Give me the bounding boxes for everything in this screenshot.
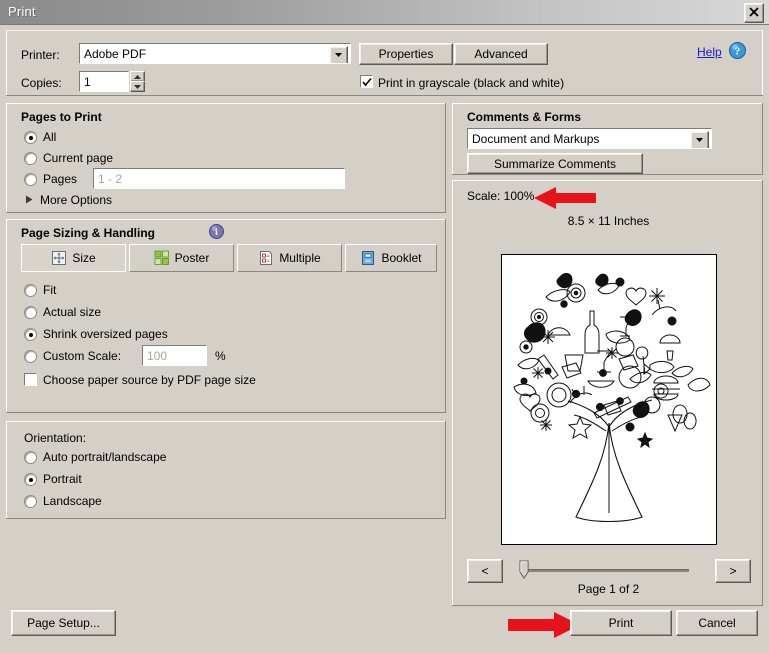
radio-landscape-label: Landscape: [43, 494, 102, 508]
sizing-button-poster[interactable]: Poster: [129, 244, 234, 272]
sizing-button-booklet-label: Booklet: [381, 251, 422, 265]
sizing-button-poster-label: Poster: [174, 251, 210, 265]
multiple-icon: [260, 251, 273, 265]
size-icon: [52, 251, 67, 265]
printer-select-arrow[interactable]: [329, 46, 348, 63]
radio-fit[interactable]: [24, 284, 37, 297]
radio-auto-orientation-label: Auto portrait/landscape: [43, 450, 167, 464]
scale-text: Scale: 100%: [467, 189, 535, 203]
radio-actual-size-label: Actual size: [43, 305, 102, 319]
printer-select[interactable]: Adobe PDF: [79, 43, 351, 64]
chevron-down-icon: [335, 53, 342, 57]
sizing-button-size-label: Size: [72, 251, 96, 265]
radio-all[interactable]: [24, 131, 37, 144]
radio-portrait-label: Portrait: [43, 472, 82, 486]
comments-forms-select[interactable]: Document and Markups: [467, 128, 712, 149]
svg-text:i: i: [215, 228, 218, 238]
radio-pages-label: Pages: [43, 172, 78, 186]
paper-source-checkbox[interactable]: [24, 373, 37, 386]
radio-auto-orientation[interactable]: [24, 451, 37, 464]
radio-current-page[interactable]: [24, 152, 37, 165]
comments-forms-select-arrow[interactable]: [690, 131, 709, 148]
sizing-button-multiple[interactable]: Multiple: [237, 244, 342, 272]
window-title: Print: [8, 4, 36, 19]
copies-stepper-down[interactable]: [130, 81, 145, 92]
sizing-button-multiple-label: Multiple: [279, 251, 321, 265]
check-icon: [361, 77, 372, 87]
copies-value: 1: [84, 74, 91, 89]
orientation-title: Orientation:: [24, 431, 87, 445]
more-options-label[interactable]: More Options: [40, 193, 112, 207]
svg-text:?: ?: [735, 46, 741, 58]
paper-source-label: Choose paper source by PDF page size: [43, 373, 256, 387]
custom-scale-input[interactable]: 100: [142, 345, 207, 366]
close-icon: [749, 7, 759, 17]
grayscale-checkbox[interactable]: [360, 75, 373, 88]
page-sizing-group: Page Sizing & Handling i Size Poster Mul…: [6, 219, 446, 413]
printer-select-value: Adobe PDF: [84, 46, 147, 61]
copies-label: Copies:: [21, 76, 62, 90]
print-dialog: Print Printer: Adobe PDF Properties Adva…: [0, 0, 769, 653]
printer-label: Printer:: [21, 48, 60, 62]
grayscale-label: Print in grayscale (black and white): [378, 76, 565, 90]
chevron-down-icon: [696, 138, 703, 142]
radio-shrink-oversized-label: Shrink oversized pages: [43, 327, 168, 341]
radio-custom-scale-label: Custom Scale:: [43, 349, 122, 363]
radio-landscape[interactable]: [24, 495, 37, 508]
radio-all-dot: [28, 135, 33, 140]
close-button[interactable]: [744, 3, 764, 23]
help-icon[interactable]: ?: [729, 42, 746, 59]
info-icon[interactable]: i: [209, 224, 224, 239]
title-bar: Print: [0, 0, 769, 25]
preview-prev-button[interactable]: <: [467, 559, 503, 583]
poster-icon: [154, 250, 169, 265]
comments-forms-title: Comments & Forms: [467, 110, 582, 124]
pages-to-print-title: Pages to Print: [21, 110, 102, 124]
custom-scale-value: 100: [147, 348, 168, 363]
chevron-down-icon: [134, 85, 141, 89]
radio-pages[interactable]: [24, 173, 37, 186]
booklet-icon: [362, 251, 375, 265]
percent-label: %: [215, 349, 226, 363]
expand-triangle-icon[interactable]: [25, 195, 34, 204]
radio-shrink-oversized-dot: [28, 332, 33, 337]
print-button[interactable]: Print: [570, 610, 672, 636]
pages-range-input[interactable]: 1 - 2: [93, 168, 345, 189]
tree-illustration: [502, 255, 716, 544]
cancel-button[interactable]: Cancel: [676, 610, 758, 636]
page-indicator: Page 1 of 2: [577, 582, 640, 596]
pages-to-print-group: Pages to Print All Current page Pages 1 …: [6, 103, 446, 213]
radio-custom-scale[interactable]: [24, 350, 37, 363]
dialog-body: Printer: Adobe PDF Properties Advanced H…: [0, 25, 769, 653]
advanced-button[interactable]: Advanced: [454, 43, 548, 65]
page-preview[interactable]: [501, 254, 717, 545]
comments-forms-select-value: Document and Markups: [472, 131, 600, 146]
orientation-group: Orientation: Auto portrait/landscape Por…: [6, 421, 446, 519]
radio-shrink-oversized[interactable]: [24, 328, 37, 341]
copies-input[interactable]: 1: [79, 71, 129, 92]
scale-annotation-arrow: [534, 187, 596, 209]
preview-slider-track[interactable]: [521, 569, 689, 572]
comments-forms-group: Comments & Forms Document and Markups Su…: [452, 103, 763, 175]
radio-all-label: All: [43, 130, 57, 144]
summarize-comments-button[interactable]: Summarize Comments: [467, 153, 643, 174]
sizing-button-size[interactable]: Size: [21, 244, 126, 272]
radio-current-page-label: Current page: [43, 151, 114, 165]
preview-group: Scale: 100% 8.5 × 11 Inches < > Page 1 o…: [452, 180, 763, 606]
sizing-button-booklet[interactable]: Booklet: [345, 244, 437, 272]
help-link[interactable]: Help: [697, 45, 722, 59]
page-setup-button[interactable]: Page Setup...: [11, 610, 116, 636]
pages-range-placeholder: 1 - 2: [98, 171, 123, 186]
radio-portrait-dot: [28, 477, 33, 482]
radio-fit-label: Fit: [43, 283, 57, 297]
radio-actual-size[interactable]: [24, 306, 37, 319]
printer-section: Printer: Adobe PDF Properties Advanced H…: [6, 30, 763, 96]
page-sizing-title: Page Sizing & Handling: [21, 226, 156, 240]
preview-slider-thumb[interactable]: [519, 560, 530, 580]
properties-button[interactable]: Properties: [359, 43, 453, 65]
radio-portrait[interactable]: [24, 473, 37, 486]
paper-size-text: 8.5 × 11 Inches: [567, 214, 650, 228]
chevron-up-icon: [134, 75, 141, 79]
preview-next-button[interactable]: >: [715, 559, 751, 583]
